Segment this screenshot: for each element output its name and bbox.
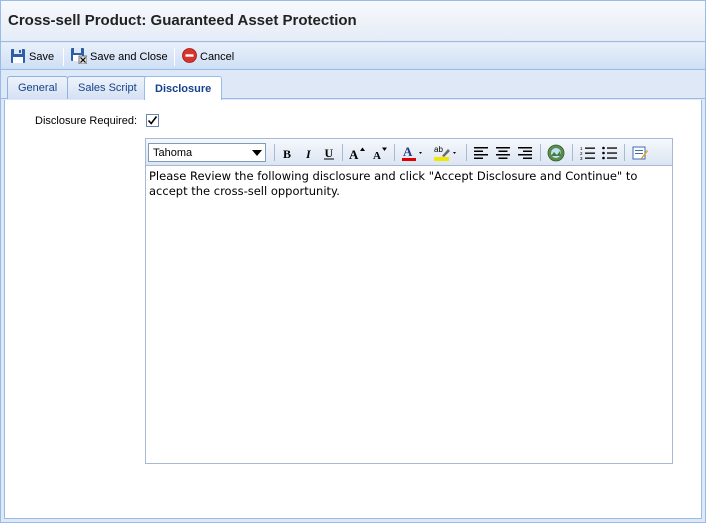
window-title: Cross-sell Product: Guaranteed Asset Pro…	[8, 12, 357, 29]
toolbar-separator	[63, 48, 64, 66]
align-left-button[interactable]	[472, 144, 490, 162]
disclosure-panel: Disclosure Required: Tahoma B I U A A A …	[4, 100, 702, 519]
disclosure-required-label: Disclosure Required:	[35, 115, 138, 127]
editor-separator	[624, 144, 625, 161]
italic-icon: I	[305, 147, 312, 159]
cross-sell-window: Cross-sell Product: Guaranteed Asset Pro…	[0, 0, 706, 523]
underline-icon: U	[324, 147, 334, 160]
bullet-list-button[interactable]	[600, 144, 618, 162]
cancel-icon	[182, 48, 197, 66]
align-right-button[interactable]	[516, 144, 534, 162]
italic-button[interactable]: I	[300, 144, 318, 162]
editor-content-area[interactable]: Please Review the following disclosure a…	[149, 169, 667, 459]
bold-icon: B	[283, 147, 291, 159]
font-color-icon: A	[402, 144, 422, 161]
bold-button[interactable]: B	[278, 144, 296, 162]
underline-button[interactable]: U	[320, 144, 338, 162]
save-and-close-button[interactable]: Save and Close	[70, 47, 168, 67]
numbered-list-icon: 1 2 3	[580, 146, 595, 160]
title-bar: Cross-sell Product: Guaranteed Asset Pro…	[1, 1, 705, 42]
toolbar-separator	[174, 48, 175, 66]
save-label: Save	[29, 51, 55, 63]
save-and-close-label: Save and Close	[90, 51, 168, 63]
svg-text:A: A	[403, 144, 413, 159]
save-close-icon	[70, 47, 88, 67]
main-toolbar: Save Save and Close Cancel	[1, 43, 705, 70]
bullet-list-icon	[601, 146, 617, 160]
svg-text:ab: ab	[434, 145, 443, 154]
cancel-label: Cancel	[200, 51, 235, 63]
font-family-value: Tahoma	[153, 146, 193, 159]
tab-general[interactable]: General	[7, 76, 69, 99]
highlighter-icon: ab	[434, 145, 456, 161]
tab-strip: General Sales Script Disclosure	[1, 71, 705, 100]
align-right-icon	[518, 147, 532, 159]
grow-font-button[interactable]: A	[347, 144, 367, 162]
cancel-button[interactable]: Cancel	[182, 47, 234, 67]
editor-separator	[540, 144, 541, 161]
svg-text:B: B	[283, 147, 291, 159]
insert-image-icon	[547, 144, 565, 162]
editor-separator	[394, 144, 395, 161]
disclosure-required-checkbox[interactable]	[146, 114, 159, 127]
floppy-disk-icon	[10, 48, 26, 67]
save-button[interactable]: Save	[10, 47, 54, 67]
source-edit-button[interactable]	[630, 144, 650, 162]
svg-text:I: I	[305, 147, 312, 159]
editor-separator	[466, 144, 467, 161]
editor-separator	[342, 144, 343, 161]
svg-text:U: U	[325, 147, 334, 160]
svg-text:3: 3	[580, 156, 583, 160]
align-center-icon	[496, 147, 510, 159]
highlight-color-button[interactable]: ab	[432, 144, 460, 162]
font-color-button[interactable]: A	[400, 144, 426, 162]
numbered-list-button[interactable]: 1 2 3	[578, 144, 596, 162]
rich-text-editor: Tahoma B I U A A A ab 1 2 3 Please Revie…	[145, 138, 673, 464]
editor-separator	[274, 144, 275, 161]
tab-sales-script[interactable]: Sales Script	[67, 76, 148, 99]
insert-image-button[interactable]	[546, 144, 566, 162]
checkmark-icon	[147, 116, 158, 125]
editor-toolbar: Tahoma B I U A A A ab 1 2 3	[146, 139, 672, 166]
align-center-button[interactable]	[494, 144, 512, 162]
shrink-font-icon: A	[373, 147, 387, 160]
grow-font-icon: A	[349, 147, 365, 160]
svg-text:A: A	[373, 150, 381, 160]
font-family-select[interactable]: Tahoma	[148, 143, 266, 162]
chevron-down-icon	[252, 150, 262, 156]
align-left-icon	[474, 147, 488, 159]
editor-separator	[572, 144, 573, 161]
svg-text:A: A	[349, 147, 359, 160]
tab-disclosure[interactable]: Disclosure	[144, 76, 223, 100]
shrink-font-button[interactable]: A	[370, 144, 390, 162]
source-edit-icon	[632, 146, 648, 160]
